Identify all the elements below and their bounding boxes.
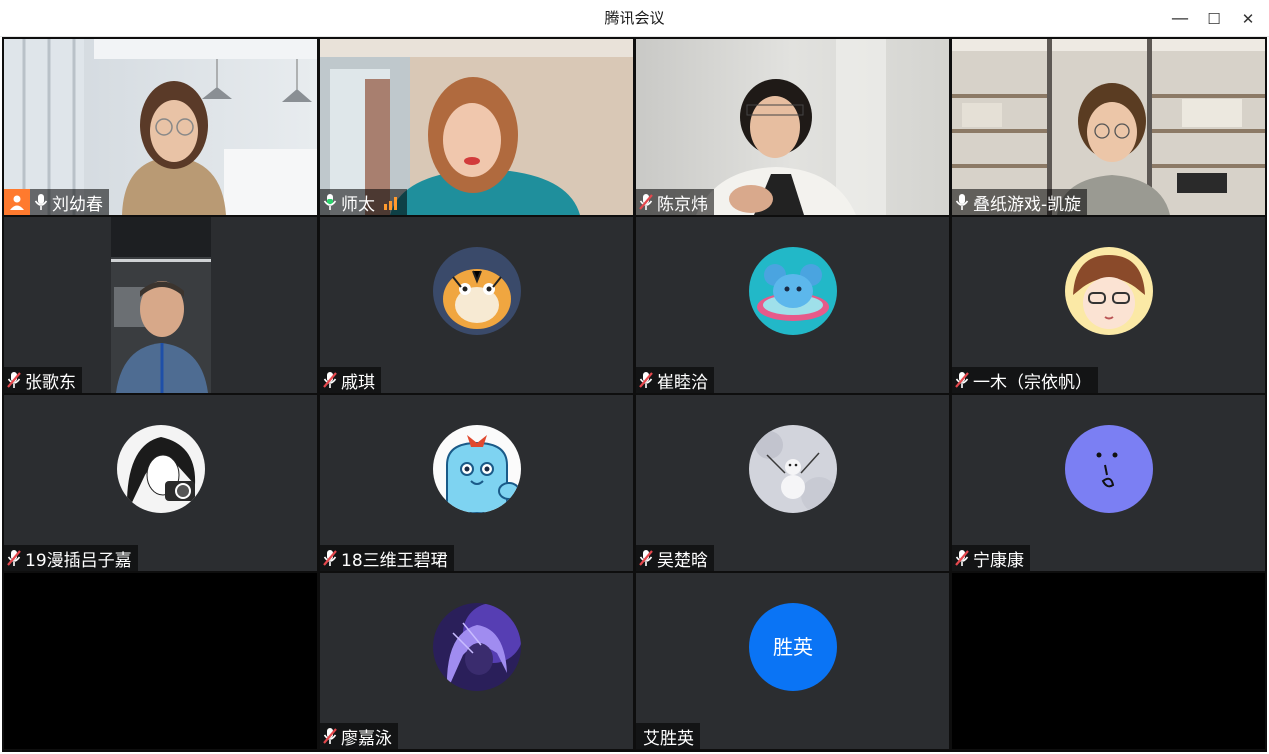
participant-name-tag: 叠纸游戏-凯旋 bbox=[952, 189, 1088, 215]
participant-tile-wang[interactable]: 18三维王碧珺 bbox=[320, 395, 633, 571]
participant-name: 叠纸游戏-凯旋 bbox=[973, 194, 1082, 215]
participant-name-tag: 刘幼春 bbox=[4, 189, 109, 215]
microphone-muted-icon bbox=[639, 550, 653, 566]
signal-strength-icon bbox=[384, 197, 397, 210]
blue-character-avatar-icon bbox=[433, 425, 521, 513]
participant-name-tag: 师太 bbox=[320, 189, 407, 215]
participant-tile-cui[interactable]: 崔睦洽 bbox=[636, 217, 949, 393]
participant-name-tag: 艾胜英 bbox=[636, 723, 700, 749]
participant-name: 艾胜英 bbox=[643, 728, 694, 749]
participant-name-tag: 崔睦洽 bbox=[636, 367, 714, 393]
microphone-muted-icon bbox=[955, 550, 969, 566]
participant-name: 宁康康 bbox=[973, 550, 1024, 571]
tiger-avatar-icon bbox=[433, 247, 521, 335]
participant-name-tag: 一木（宗依帆） bbox=[952, 367, 1098, 393]
purple-face-avatar-icon bbox=[1065, 425, 1153, 513]
participant-name: 刘幼春 bbox=[52, 194, 103, 215]
video-grid: 刘幼春 师太 陈京炜 叠纸游戏-凯旋 张歌东 戚琪 崔睦洽 一木（宗依帆） 19… bbox=[2, 37, 1267, 752]
anime-avatar-icon bbox=[1065, 247, 1153, 335]
participant-name: 师太 bbox=[341, 194, 375, 215]
participant-tile-ning[interactable]: 宁康康 bbox=[952, 395, 1265, 571]
participant-tile-qiqi[interactable]: 戚琪 bbox=[320, 217, 633, 393]
minimize-button[interactable]: — bbox=[1167, 6, 1193, 32]
participant-name: 吴楚晗 bbox=[657, 550, 708, 571]
empty-tile bbox=[952, 573, 1265, 749]
window-title: 腾讯会议 bbox=[604, 9, 665, 27]
close-button[interactable]: ✕ bbox=[1235, 6, 1261, 32]
participant-name-tag: 18三维王碧珺 bbox=[320, 545, 454, 571]
participant-tile-ai[interactable]: 胜英 艾胜英 bbox=[636, 573, 949, 749]
microphone-muted-icon bbox=[639, 194, 653, 210]
mouse-avatar-icon bbox=[749, 247, 837, 335]
participant-tile-liu[interactable]: 刘幼春 bbox=[4, 39, 317, 215]
participant-name: 戚琪 bbox=[341, 372, 375, 393]
microphone-muted-icon bbox=[7, 550, 21, 566]
participant-name-tag: 吴楚晗 bbox=[636, 545, 714, 571]
participant-name: 廖嘉泳 bbox=[341, 728, 392, 749]
maximize-button[interactable]: ☐ bbox=[1201, 6, 1227, 32]
title-bar: 腾讯会议 — ☐ ✕ bbox=[0, 0, 1269, 37]
text-avatar: 胜英 bbox=[749, 603, 837, 691]
microphone-icon bbox=[955, 194, 969, 210]
microphone-muted-icon bbox=[323, 550, 337, 566]
participant-name-tag: 戚琪 bbox=[320, 367, 381, 393]
participant-name: 19漫插吕子嘉 bbox=[25, 550, 132, 571]
participant-name: 18三维王碧珺 bbox=[341, 550, 448, 571]
participant-name: 一木（宗依帆） bbox=[973, 372, 1092, 393]
manga-camera-avatar-icon bbox=[117, 425, 205, 513]
participant-tile-zhang[interactable]: 张歌东 bbox=[4, 217, 317, 393]
microphone-muted-icon bbox=[323, 728, 337, 744]
microphone-muted-icon bbox=[7, 372, 21, 388]
participant-name: 崔睦洽 bbox=[657, 372, 708, 393]
participant-tile-wu[interactable]: 吴楚晗 bbox=[636, 395, 949, 571]
participant-tile-kaixuan[interactable]: 叠纸游戏-凯旋 bbox=[952, 39, 1265, 215]
snowman-avatar-icon bbox=[749, 425, 837, 513]
participant-name-tag: 陈京炜 bbox=[636, 189, 714, 215]
microphone-muted-icon bbox=[955, 372, 969, 388]
participant-name-tag: 宁康康 bbox=[952, 545, 1030, 571]
participant-tile-shitai[interactable]: 师太 bbox=[320, 39, 633, 215]
microphone-icon bbox=[34, 194, 48, 210]
participant-tile-lv[interactable]: 19漫插吕子嘉 bbox=[4, 395, 317, 571]
participant-name-tag: 张歌东 bbox=[4, 367, 82, 393]
microphone-muted-icon bbox=[323, 372, 337, 388]
host-icon bbox=[4, 189, 30, 215]
participant-tile-yimu[interactable]: 一木（宗依帆） bbox=[952, 217, 1265, 393]
participant-name-tag: 19漫插吕子嘉 bbox=[4, 545, 138, 571]
participant-tile-liao[interactable]: 廖嘉泳 bbox=[320, 573, 633, 749]
microphone-muted-icon bbox=[639, 372, 653, 388]
participant-name: 张歌东 bbox=[25, 372, 76, 393]
participant-name-tag: 廖嘉泳 bbox=[320, 723, 398, 749]
purple-girl-avatar-icon bbox=[433, 603, 521, 691]
participant-name: 陈京炜 bbox=[657, 194, 708, 215]
microphone-active-icon bbox=[323, 194, 337, 210]
empty-tile bbox=[4, 573, 317, 749]
participant-tile-chen[interactable]: 陈京炜 bbox=[636, 39, 949, 215]
